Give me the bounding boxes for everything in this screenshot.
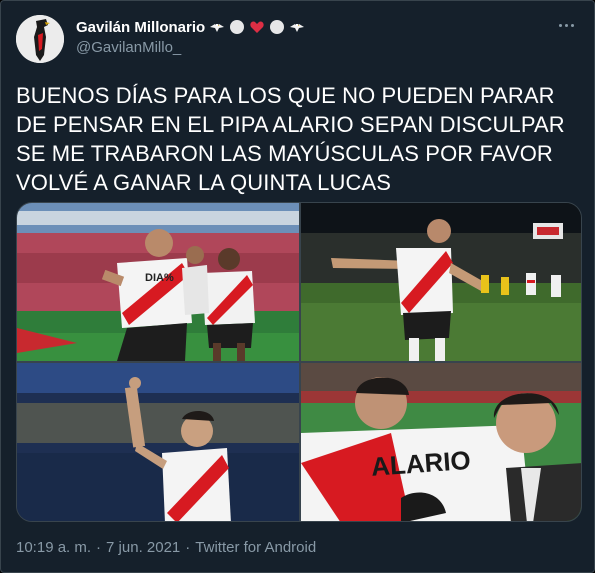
tweet-text: BUENOS DÍAS PARA LOS QUE NO PUEDEN PARAR… [16, 83, 565, 195]
photo-celebration-stadium[interactable]: DIA% [17, 203, 299, 361]
tweet-date[interactable]: 7 jun. 2021 [106, 539, 180, 556]
display-name[interactable]: Gavilán Millonario [76, 19, 205, 36]
dot-icon [564, 23, 568, 27]
red-heart-emoji-icon [250, 21, 264, 33]
dot-icon [558, 23, 562, 27]
tweet-card: Gavilán Millonario @GavilanMillo_ BUENOS… [0, 0, 595, 573]
tweet-meta: 10:19 a. m. · 7 jun. 2021 · Twitter for … [16, 539, 316, 556]
white-circle-emoji-icon [270, 20, 285, 34]
meta-separator: · [96, 539, 102, 556]
tweet-time[interactable]: 10:19 a. m. [16, 539, 91, 556]
white-circle-emoji-icon [230, 20, 245, 34]
eagle-emoji-icon [290, 24, 305, 32]
user-name-row[interactable]: Gavilán Millonario [76, 17, 305, 37]
meta-separator: · [185, 539, 191, 556]
avatar[interactable] [16, 15, 64, 63]
photo-grid: DIA% ALARIO [16, 202, 582, 522]
dot-icon [570, 23, 574, 27]
photo-hug-coach[interactable]: ALARIO [301, 363, 581, 521]
tweet-source[interactable]: Twitter for Android [195, 539, 316, 556]
jersey-text: DIA% [145, 272, 174, 284]
eagle-emoji-icon [210, 24, 225, 32]
user-handle[interactable]: @GavilanMillo_ [76, 39, 181, 56]
more-options-button[interactable] [554, 13, 578, 37]
photo-celebration-night[interactable] [301, 203, 581, 361]
photo-pointing-sky[interactable] [17, 363, 299, 521]
